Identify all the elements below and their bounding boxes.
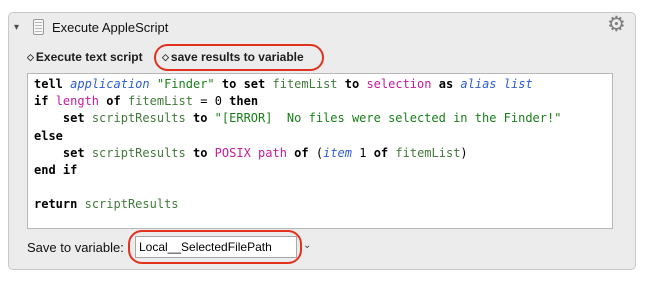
gear-icon[interactable]: ⚙ xyxy=(607,14,626,35)
script-line: tell application "Finder" to set fitemLi… xyxy=(34,77,533,91)
variable-name-field[interactable]: Local__SelectedFilePath xyxy=(135,236,297,258)
script-code: tell application "Finder" to set fitemLi… xyxy=(34,76,561,214)
script-line xyxy=(34,179,561,196)
action-title: Execute AppleScript xyxy=(52,20,169,35)
save-to-variable-label: Save to variable: xyxy=(27,240,124,255)
popup-chevron-icon: ◇ xyxy=(162,52,169,62)
output-mode-label: save results to variable xyxy=(170,50,304,64)
script-line: set scriptResults to POSIX path of (item… xyxy=(62,145,468,160)
chevron-down-icon[interactable]: ▾ xyxy=(14,22,19,33)
script-line: if length of fitemList = 0 then xyxy=(34,94,259,109)
script-line: end if xyxy=(34,163,78,178)
script-icon xyxy=(33,19,44,35)
popup-chevron-icon: ◇ xyxy=(27,52,34,62)
script-editor[interactable]: tell application "Finder" to set fitemLi… xyxy=(27,73,613,229)
output-mode-popup[interactable]: ◇ save results to variable xyxy=(162,50,304,64)
execute-mode-popup[interactable]: ◇ Execute text script xyxy=(27,50,143,64)
variable-dropdown-icon[interactable]: ⌄ xyxy=(303,240,311,251)
script-line: set scriptResults to "[ERROR] No files w… xyxy=(62,111,562,126)
script-line: return scriptResults xyxy=(34,197,179,212)
script-line: else xyxy=(34,128,63,143)
execute-mode-label: Execute text script xyxy=(35,50,143,64)
